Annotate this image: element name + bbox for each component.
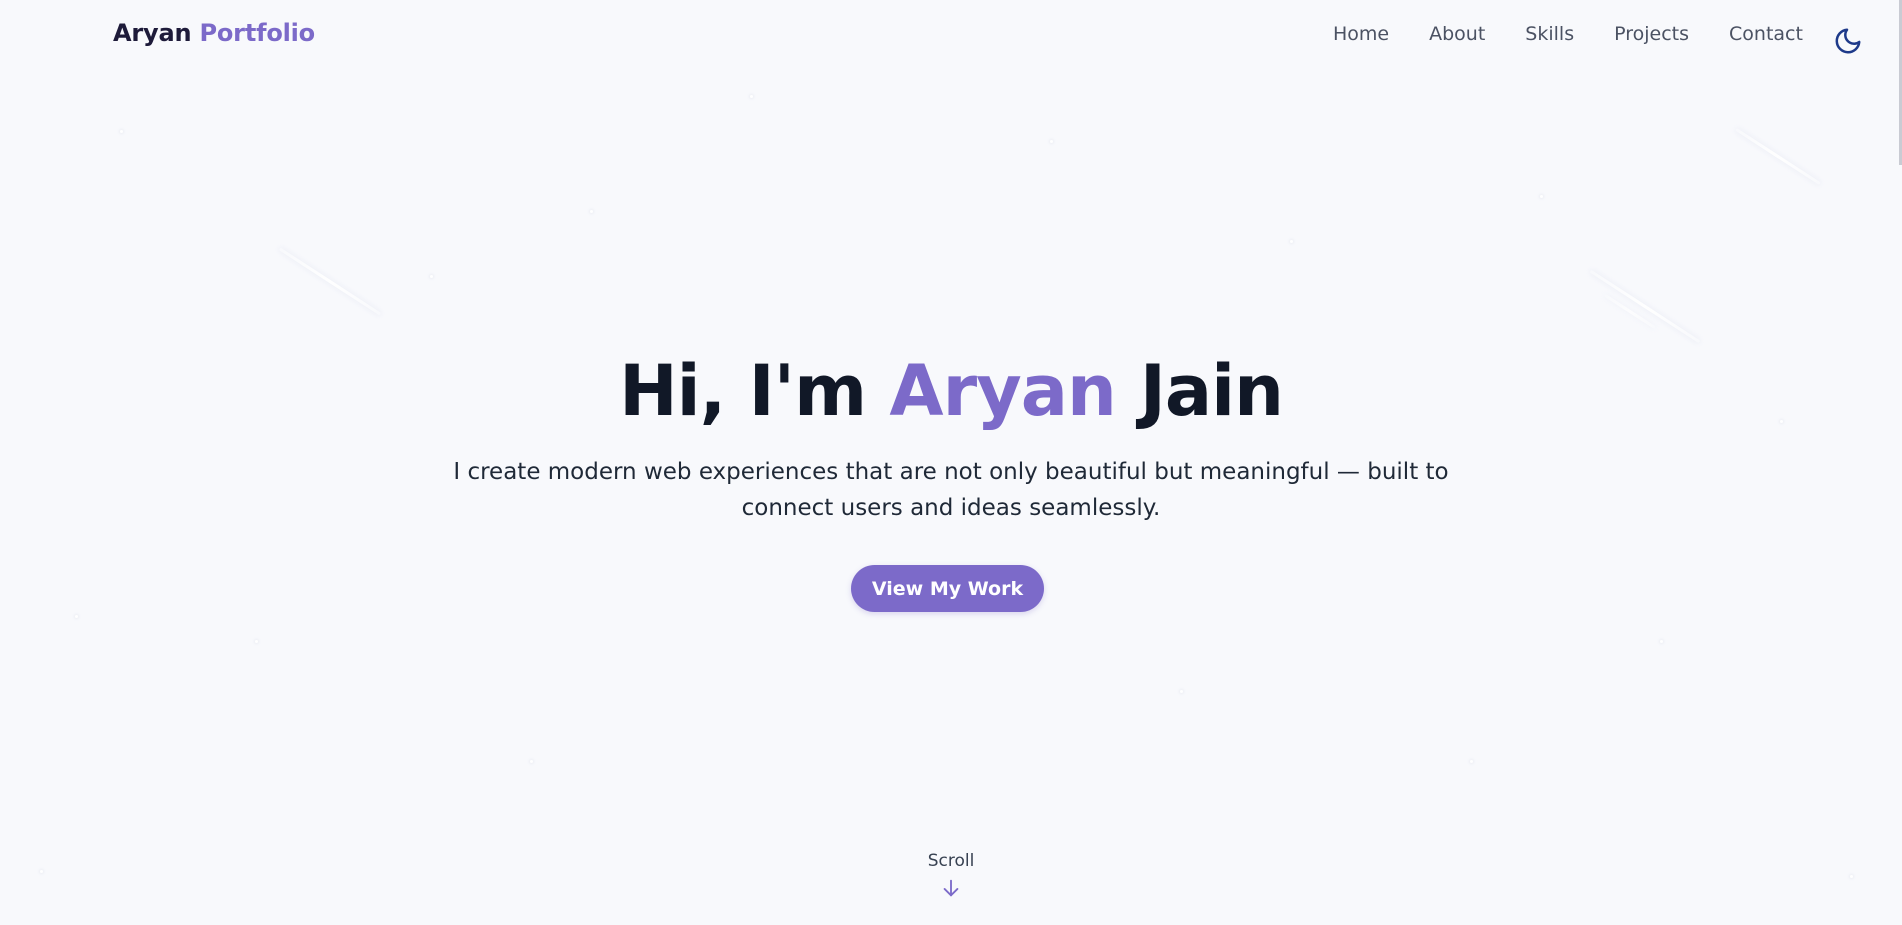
background-particle [75,615,78,618]
hero-greeting: Hi, I'm [619,350,867,432]
background-particle [1540,195,1543,198]
background-particle [1050,140,1053,143]
moon-icon [1835,28,1861,54]
nav-link-about[interactable]: About [1429,23,1485,45]
brand-second: Portfolio [199,19,316,47]
view-my-work-button[interactable]: View My Work [851,565,1044,612]
nav-link-home[interactable]: Home [1333,23,1389,45]
background-particle [590,210,593,213]
nav-link-contact[interactable]: Contact [1729,23,1803,45]
nav-link-skills[interactable]: Skills [1525,23,1574,45]
background-streak [1589,269,1701,344]
background-streak [1735,128,1821,185]
background-particle [120,130,123,133]
background-particle [1180,690,1183,693]
background-particle [1850,875,1853,878]
background-streak [278,247,382,316]
nav-menu: Home About Skills Projects Contact [1333,23,1803,45]
arrow-down-icon [943,879,959,897]
scroll-indicator[interactable]: Scroll [901,851,1001,899]
background-particle [1470,760,1473,763]
theme-toggle-button[interactable] [1833,26,1863,56]
hero-title: Hi, I'm Aryan Jain [0,350,1902,432]
background-particle [1290,240,1293,243]
background-particle [40,870,43,873]
nav-link-projects[interactable]: Projects [1614,23,1689,45]
navbar: Aryan Portfolio Home About Skills Projec… [0,0,1902,70]
page: Aryan Portfolio Home About Skills Projec… [0,0,1902,925]
scroll-label: Scroll [927,851,975,871]
background-particle [530,760,533,763]
background-particle [430,275,433,278]
background-particle [750,95,753,98]
brand-logo[interactable]: Aryan Portfolio [113,19,315,47]
brand-first: Aryan [113,19,192,47]
hero-last-name: Jain [1139,350,1284,432]
background-particle [255,640,258,643]
hero-subtitle: I create modern web experiences that are… [453,459,1449,521]
background-particle [1660,640,1663,643]
hero-first-name: Aryan [889,350,1116,432]
